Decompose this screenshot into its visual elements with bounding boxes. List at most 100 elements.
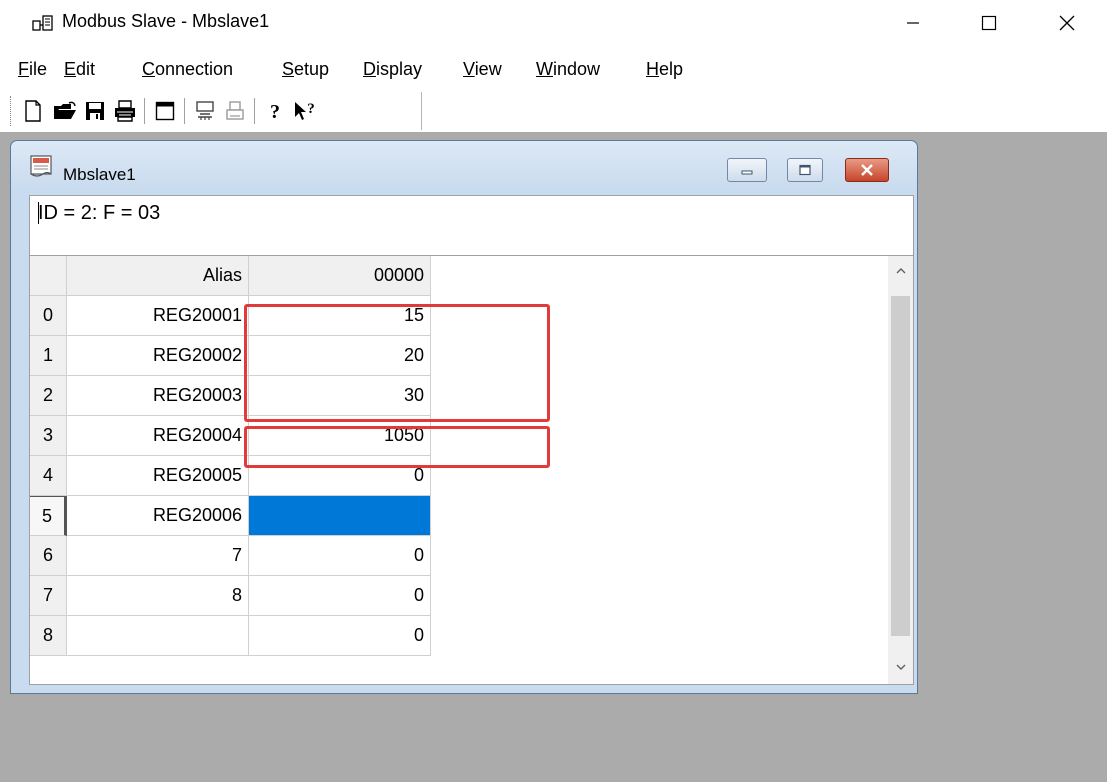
help-button[interactable]: ? <box>262 98 288 124</box>
menu-mnemonic: S <box>282 59 295 79</box>
minimize-button[interactable] <box>881 0 945 46</box>
selected-register-value-cell[interactable]: 0 <box>249 496 431 536</box>
child-minimize-button[interactable] <box>727 158 767 182</box>
toolbar-separator <box>184 98 186 124</box>
print-icon <box>115 100 135 122</box>
help-icon-glyph: ? <box>270 101 280 122</box>
maximize-icon <box>981 15 997 31</box>
alias-cell[interactable]: 7 <box>67 536 249 576</box>
alias-cell[interactable]: REG20006 <box>67 496 249 536</box>
alias-cell[interactable]: REG20001 <box>67 296 249 336</box>
menu-view[interactable]: View <box>463 59 502 80</box>
menu-file[interactable]: File <box>18 59 47 80</box>
connect-icon <box>196 101 214 120</box>
row-header[interactable]: 4 <box>30 456 67 496</box>
row-header[interactable]: 1 <box>30 336 67 376</box>
slave-id-function-label: ID = 2: F = 03 <box>38 202 161 224</box>
row-header[interactable]: 6 <box>30 536 67 576</box>
close-button[interactable] <box>1035 0 1099 46</box>
context-help-glyph: ? <box>307 101 315 117</box>
toolbar-grip[interactable] <box>10 96 13 126</box>
context-help-icon: ? <box>295 101 315 120</box>
scroll-thumb[interactable] <box>891 296 910 636</box>
disconnect-icon <box>226 101 244 120</box>
child-close-button[interactable] <box>845 158 889 182</box>
register-value-cell[interactable]: 0 <box>249 576 431 616</box>
menu-bar: File Edit Connection Setup Display View … <box>0 56 1107 86</box>
vertical-scrollbar[interactable] <box>888 256 913 684</box>
title-bar[interactable]: Modbus Slave - Mbslave1 <box>0 0 1107 46</box>
row-header[interactable]: 8 <box>30 616 67 656</box>
save-button[interactable] <box>82 98 108 124</box>
menu-window[interactable]: Window <box>536 59 600 80</box>
menu-connection[interactable]: Connection <box>142 59 233 80</box>
context-help-button[interactable]: ? <box>292 98 318 124</box>
new-document-button[interactable] <box>20 98 46 124</box>
corner-header[interactable] <box>30 256 67 296</box>
alias-cell[interactable] <box>67 616 249 656</box>
alias-column-header[interactable]: Alias <box>67 256 249 296</box>
toolbar: ? ? <box>8 92 422 130</box>
open-button[interactable] <box>52 98 78 124</box>
scroll-down-button[interactable] <box>888 652 913 682</box>
open-folder-icon <box>54 101 76 119</box>
modbus-slave-app-icon <box>32 15 53 31</box>
menu-mnemonic: F <box>18 59 29 79</box>
menu-label: etup <box>294 59 330 79</box>
menu-label: isplay <box>376 59 423 79</box>
connect-button[interactable] <box>192 98 218 124</box>
row-header[interactable]: 2 <box>30 376 67 416</box>
window-icon <box>155 101 175 121</box>
child-window-mbslave1: Mbslave1 ID = 2: F = 03 Alias 00000 0 RE… <box>10 140 918 694</box>
menu-mnemonic: D <box>363 59 376 79</box>
menu-mnemonic: E <box>64 59 77 79</box>
menu-mnemonic: V <box>463 59 475 79</box>
menu-label: elp <box>659 59 684 79</box>
child-maximize-button[interactable] <box>787 158 823 182</box>
register-value-cell[interactable]: 0 <box>249 616 431 656</box>
toolbar-separator <box>254 98 256 124</box>
menu-label: indow <box>553 59 601 79</box>
alias-cell[interactable]: REG20005 <box>67 456 249 496</box>
menu-label: onnection <box>155 59 234 79</box>
close-icon <box>861 164 873 176</box>
maximize-icon <box>799 164 811 176</box>
menu-help[interactable]: Help <box>646 59 683 80</box>
menu-mnemonic: W <box>536 59 553 79</box>
address-column-header[interactable]: 00000 <box>249 256 431 296</box>
register-value-cell[interactable]: 0 <box>249 536 431 576</box>
scroll-up-button[interactable] <box>888 256 913 286</box>
highlight-box-register-3 <box>244 426 550 468</box>
child-title-bar[interactable]: Mbslave1 <box>11 141 917 193</box>
alias-cell[interactable]: REG20003 <box>67 376 249 416</box>
info-area[interactable]: ID = 2: F = 03 <box>29 195 914 255</box>
register-grid[interactable]: Alias 00000 0 REG20001 15 1 REG20002 20 … <box>29 255 914 685</box>
chevron-up-icon <box>896 268 905 274</box>
menu-edit[interactable]: Edit <box>64 59 95 80</box>
new-document-icon <box>25 100 41 122</box>
document-icon <box>30 155 52 177</box>
menu-mnemonic: H <box>646 59 659 79</box>
print-button[interactable] <box>112 98 138 124</box>
alias-cell[interactable]: REG20004 <box>67 416 249 456</box>
save-disk-icon <box>86 102 104 120</box>
row-header[interactable]: 7 <box>30 576 67 616</box>
menu-label: ile <box>29 59 48 79</box>
alias-cell[interactable]: 8 <box>67 576 249 616</box>
minimize-icon <box>741 170 753 175</box>
row-header[interactable]: 0 <box>30 296 67 336</box>
alias-cell[interactable]: REG20002 <box>67 336 249 376</box>
highlight-box-registers-0-2 <box>244 304 550 422</box>
maximize-button[interactable] <box>957 0 1021 46</box>
help-icon: ? <box>270 101 280 122</box>
row-header-selected[interactable]: 5 <box>30 496 67 536</box>
menu-setup[interactable]: Setup <box>282 59 329 80</box>
window-button[interactable] <box>152 98 178 124</box>
chevron-down-icon <box>896 664 905 670</box>
close-icon <box>1059 15 1075 31</box>
disconnect-button[interactable] <box>222 98 248 124</box>
menu-display[interactable]: Display <box>363 59 422 80</box>
row-header[interactable]: 3 <box>30 416 67 456</box>
child-window-title: Mbslave1 <box>63 165 136 184</box>
toolbar-separator <box>144 98 146 124</box>
